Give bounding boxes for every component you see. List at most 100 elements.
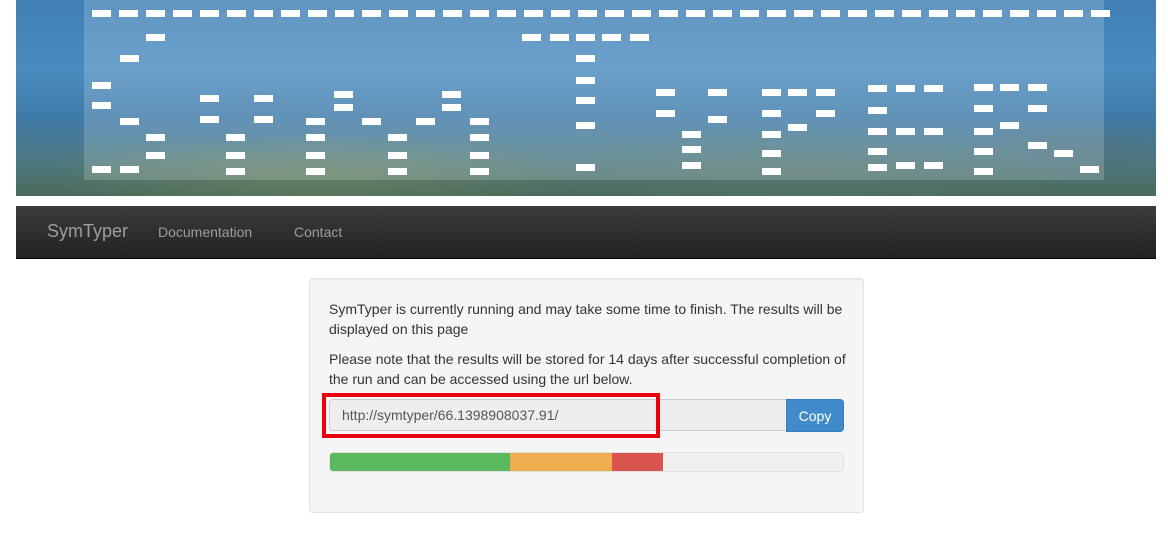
logo-bar xyxy=(254,116,273,123)
logo-bar xyxy=(816,89,835,96)
navbar-brand[interactable]: SymTyper xyxy=(47,221,128,242)
logo-bar xyxy=(146,134,165,141)
logo-bar xyxy=(388,168,407,175)
logo-bar xyxy=(306,152,325,159)
logo-bar xyxy=(1064,10,1083,17)
logo-bar xyxy=(656,110,675,117)
logo-bar xyxy=(306,168,325,175)
logo-bar xyxy=(578,10,597,17)
logo-bar xyxy=(416,10,435,17)
logo-bar xyxy=(497,10,516,17)
banner-logo xyxy=(84,0,1110,180)
logo-bar xyxy=(306,118,325,125)
logo-bar xyxy=(470,134,489,141)
logo-bar xyxy=(868,148,887,155)
logo-bar xyxy=(1028,105,1047,112)
status-panel: SymTyper is currently running and may ta… xyxy=(309,278,864,513)
logo-bar xyxy=(334,91,353,98)
logo-bar xyxy=(868,128,887,135)
logo-bar xyxy=(254,95,273,102)
logo-bar xyxy=(576,55,595,62)
logo-bar xyxy=(956,10,975,17)
logo-bar xyxy=(388,134,407,141)
logo-bar xyxy=(1028,84,1047,91)
logo-bar xyxy=(576,97,595,104)
logo-bar xyxy=(868,107,887,114)
logo-bar xyxy=(708,116,727,123)
logo-bar xyxy=(120,166,139,173)
logo-bar xyxy=(576,34,595,41)
storage-message: Please note that the results will be sto… xyxy=(329,351,846,387)
logo-bar xyxy=(146,152,165,159)
logo-bar xyxy=(550,34,569,41)
logo-bar xyxy=(924,85,943,92)
logo-bar xyxy=(227,10,246,17)
logo-bar xyxy=(388,152,407,159)
logo-bar xyxy=(254,10,273,17)
logo-bar xyxy=(226,168,245,175)
logo-bar xyxy=(630,34,649,41)
logo-bar xyxy=(92,102,111,109)
logo-bar xyxy=(92,82,111,89)
logo-bar xyxy=(442,104,461,111)
progress-segment-success xyxy=(330,453,510,471)
logo-bar xyxy=(389,10,408,17)
logo-bar xyxy=(1028,142,1047,149)
logo-bar xyxy=(576,122,595,129)
logo-bar xyxy=(974,128,993,135)
logo-bar xyxy=(974,84,993,91)
logo-bar xyxy=(522,34,541,41)
logo-bar xyxy=(1037,10,1056,17)
logo-bar xyxy=(788,124,807,131)
logo-bar xyxy=(200,95,219,102)
logo-bar xyxy=(896,85,915,92)
nav-link-documentation[interactable]: Documentation xyxy=(158,224,252,240)
logo-bar xyxy=(762,110,781,117)
logo-bar xyxy=(524,10,543,17)
logo-bar xyxy=(551,10,570,17)
logo-bar xyxy=(924,128,943,135)
logo-bar xyxy=(442,91,461,98)
logo-bar xyxy=(868,85,887,92)
logo-bar xyxy=(470,118,489,125)
logo-bar xyxy=(875,10,894,17)
logo-bar xyxy=(767,10,786,17)
logo-bar xyxy=(1010,10,1029,17)
logo-bar xyxy=(686,10,705,17)
result-url-input[interactable] xyxy=(329,399,786,431)
logo-bar xyxy=(120,118,139,125)
logo-bar xyxy=(1000,84,1019,91)
logo-bar xyxy=(659,10,678,17)
logo-bar xyxy=(896,162,915,169)
logo-bar xyxy=(974,168,993,175)
logo-bar xyxy=(974,105,993,112)
logo-bar xyxy=(335,10,354,17)
running-message: SymTyper is currently running and may ta… xyxy=(329,301,843,337)
logo-bar xyxy=(656,89,675,96)
logo-bar xyxy=(200,116,219,123)
logo-bar xyxy=(146,10,165,17)
logo-bar xyxy=(794,10,813,17)
logo-bar xyxy=(762,131,781,138)
logo-bar xyxy=(682,146,701,153)
header-banner xyxy=(16,0,1156,196)
copy-button[interactable]: Copy xyxy=(786,399,844,432)
logo-bar xyxy=(362,10,381,17)
navbar: SymTyper Documentation Contact xyxy=(16,206,1156,259)
logo-bar xyxy=(92,166,111,173)
logo-bar xyxy=(713,10,732,17)
logo-bar xyxy=(362,118,381,125)
logo-bar xyxy=(226,134,245,141)
logo-bar xyxy=(200,10,219,17)
logo-bar xyxy=(762,168,781,175)
logo-bar xyxy=(821,10,840,17)
logo-bar xyxy=(983,10,1002,17)
nav-link-contact[interactable]: Contact xyxy=(294,224,342,240)
logo-bar xyxy=(306,134,325,141)
logo-bar xyxy=(334,104,353,111)
logo-bar xyxy=(146,34,165,41)
logo-bar xyxy=(896,128,915,135)
logo-bar xyxy=(605,10,624,17)
logo-bar xyxy=(1091,10,1110,17)
logo-bar xyxy=(868,164,887,171)
